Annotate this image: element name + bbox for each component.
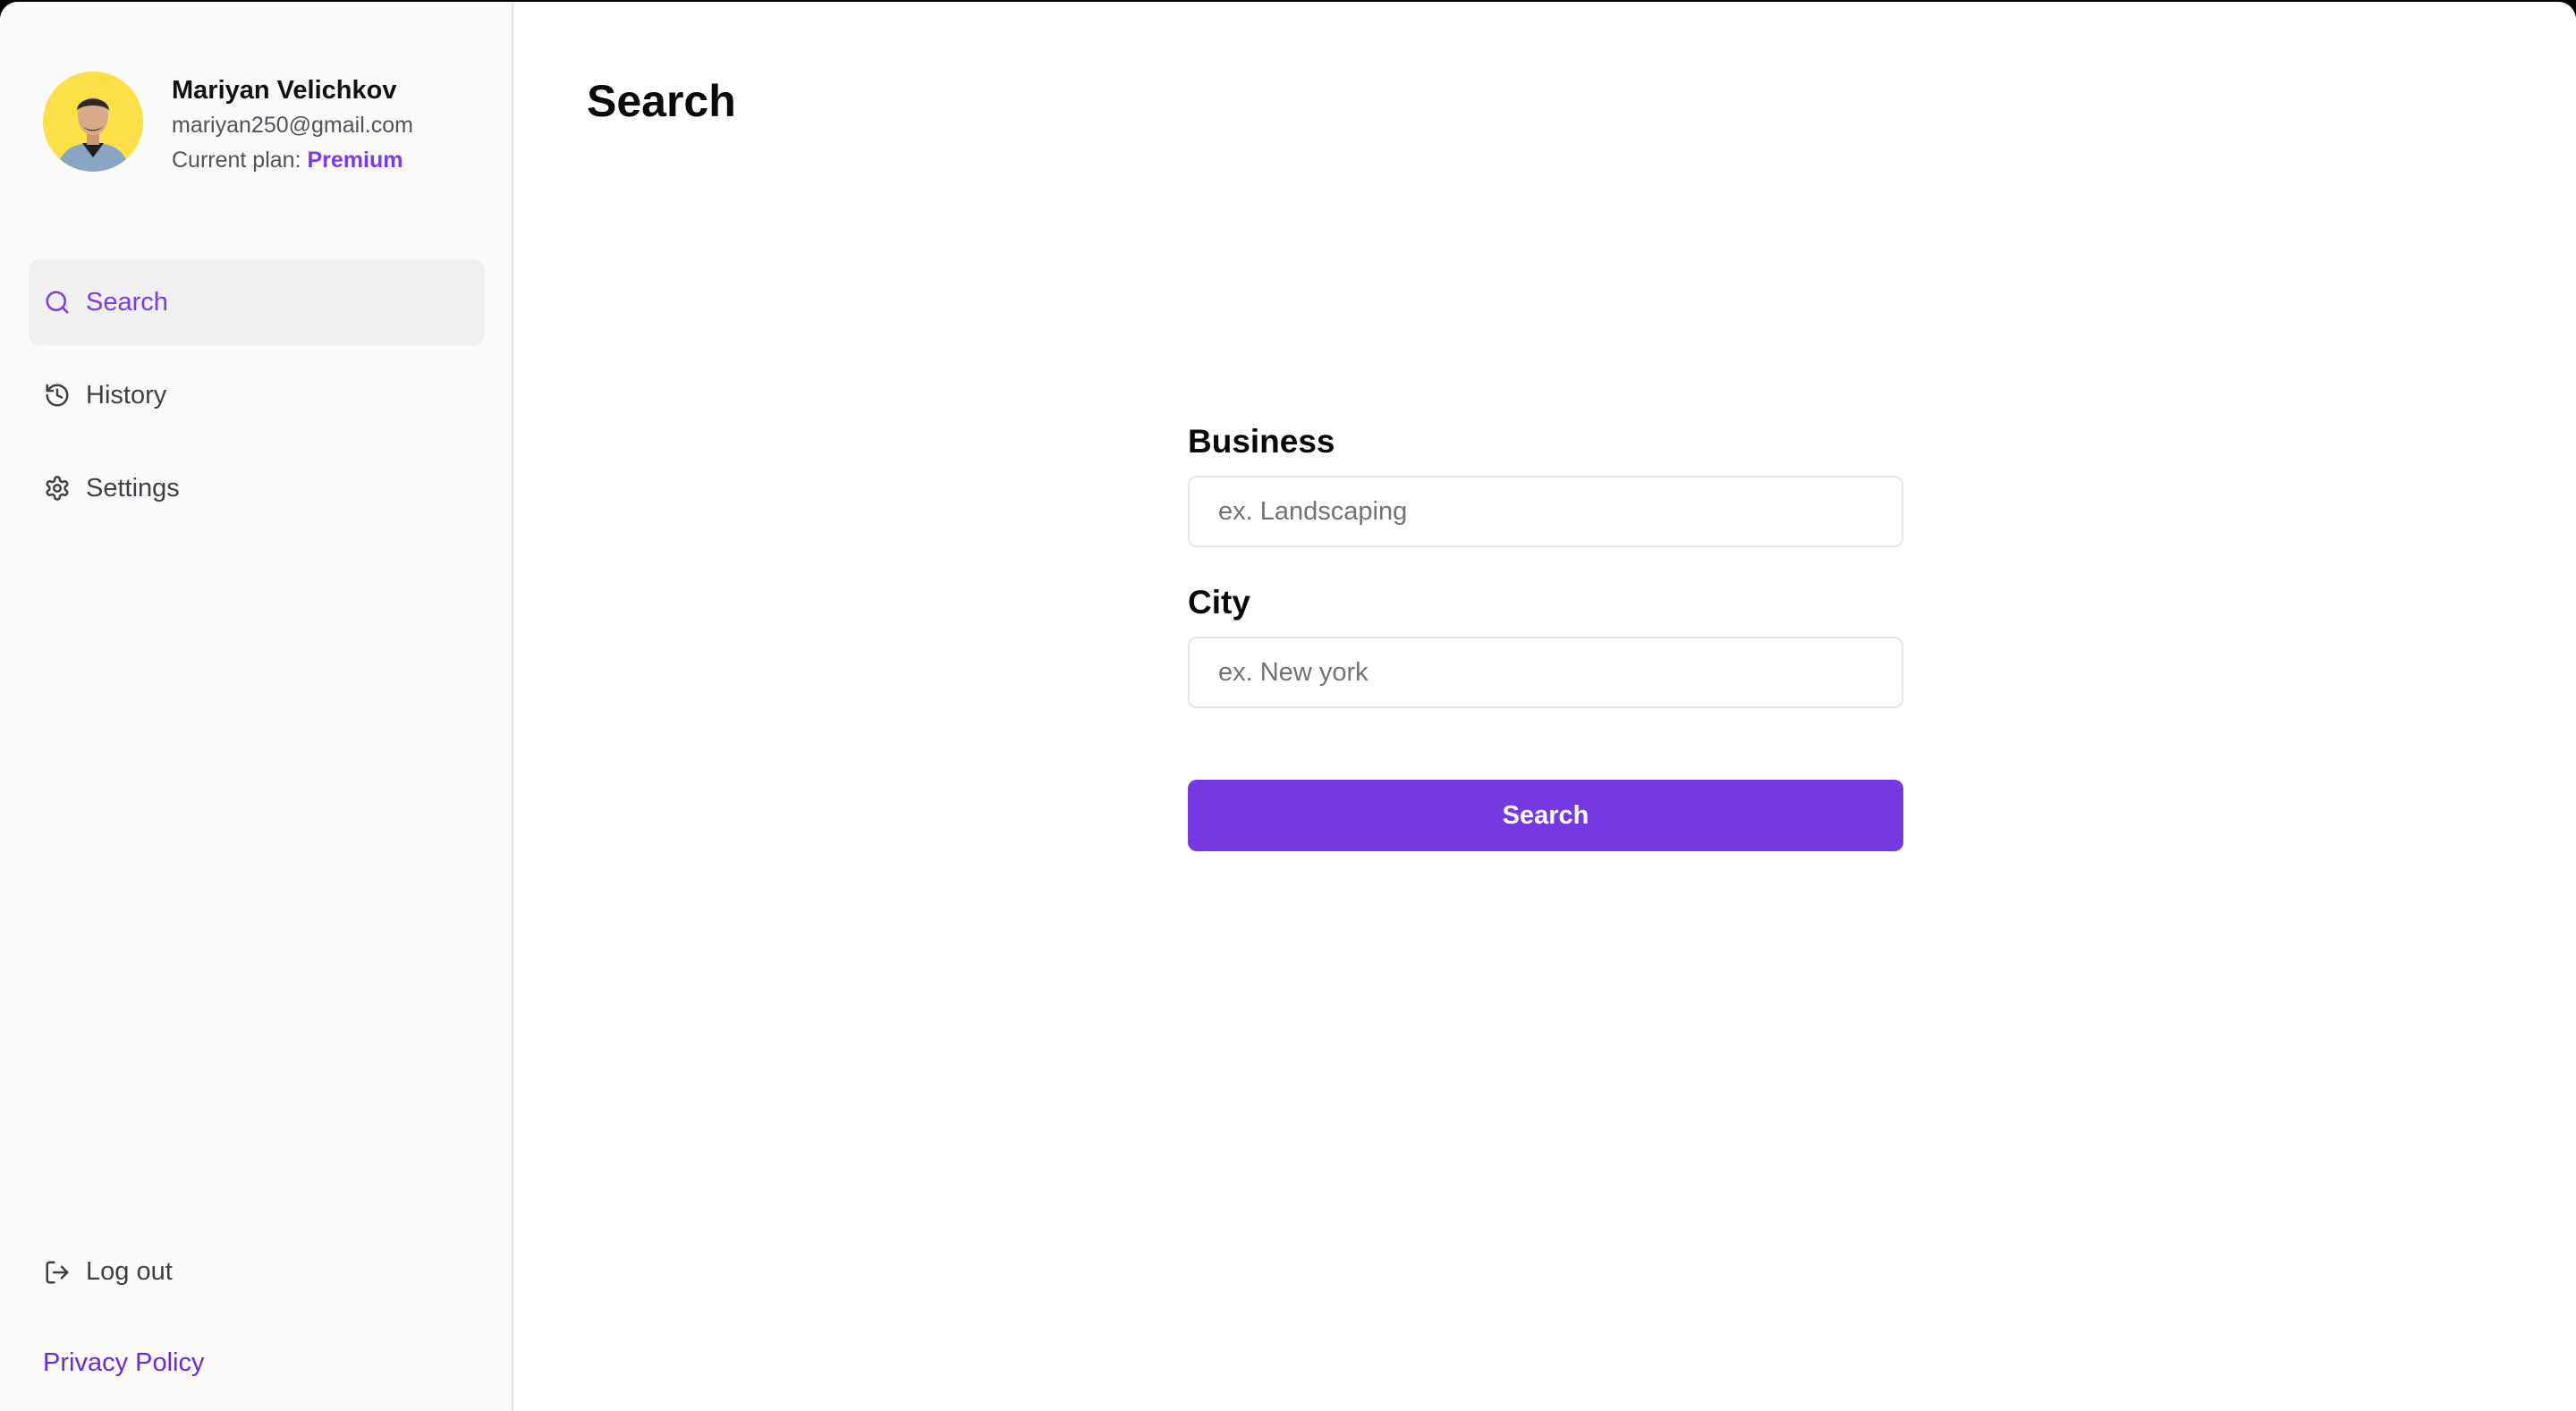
- main-content: Search Business City Search: [515, 2, 2576, 1411]
- history-icon: [43, 381, 72, 410]
- privacy-policy-link[interactable]: Privacy Policy: [43, 1348, 205, 1378]
- logout-icon: [43, 1258, 72, 1287]
- logout-button[interactable]: Log out: [43, 1257, 173, 1287]
- current-plan: Current plan: Premium: [172, 143, 413, 177]
- city-label: City: [1188, 584, 1250, 621]
- user-email: mariyan250@gmail.com: [172, 113, 413, 138]
- business-input[interactable]: [1188, 476, 1903, 547]
- city-input[interactable]: [1188, 637, 1903, 708]
- sidebar-item-label: Search: [86, 287, 168, 317]
- logout-label: Log out: [86, 1257, 173, 1286]
- page-title: Search: [587, 76, 736, 126]
- app-window: Mariyan Velichkov mariyan250@gmail.com C…: [0, 2, 2576, 1411]
- profile-details: Mariyan Velichkov mariyan250@gmail.com C…: [172, 73, 413, 177]
- search-button[interactable]: Search: [1188, 780, 1903, 851]
- avatar: [43, 72, 143, 172]
- search-icon: [43, 288, 72, 317]
- sidebar-item-label: History: [86, 380, 167, 410]
- user-name: Mariyan Velichkov: [172, 76, 397, 105]
- sidebar-nav: Search History Settings: [29, 259, 485, 538]
- sidebar-item-search[interactable]: Search: [29, 259, 485, 345]
- sidebar-item-label: Settings: [86, 473, 180, 503]
- search-form: Business City Search: [1188, 420, 1903, 851]
- gear-icon: [43, 474, 72, 503]
- sidebar: Mariyan Velichkov mariyan250@gmail.com C…: [0, 2, 513, 1411]
- plan-label: Current plan:: [172, 148, 301, 173]
- business-label: Business: [1188, 423, 1335, 460]
- user-profile: Mariyan Velichkov mariyan250@gmail.com C…: [43, 72, 413, 177]
- sidebar-item-history[interactable]: History: [29, 352, 485, 438]
- plan-value[interactable]: Premium: [307, 148, 402, 173]
- sidebar-item-settings[interactable]: Settings: [29, 445, 485, 531]
